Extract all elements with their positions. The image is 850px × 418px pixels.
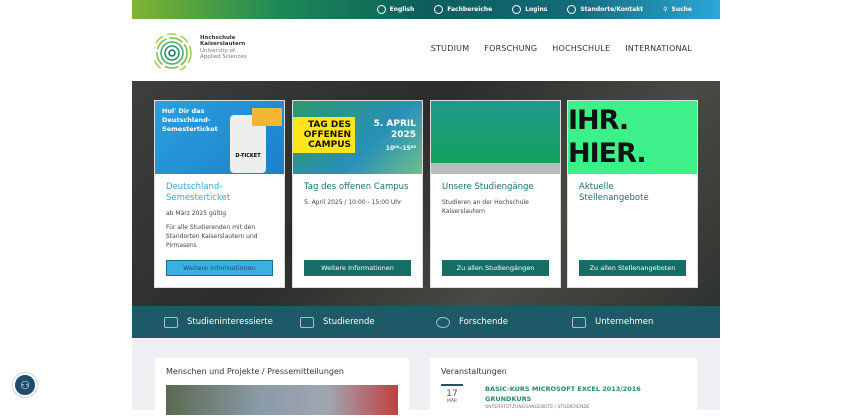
- link-logins[interactable]: Logins: [512, 5, 547, 14]
- events-box: Veranstaltungen 17 MÄR BASIC-KURS MICROS…: [430, 358, 697, 418]
- link-english[interactable]: English: [376, 5, 415, 14]
- nav-forschung[interactable]: FORSCHUNG: [484, 44, 537, 53]
- graduation-cap-icon: [300, 316, 314, 328]
- header: Hochschule Kaiserslautern University of App…: [132, 19, 720, 81]
- logo-text: Hochschule: [200, 34, 236, 41]
- image-text: Hol' Dir das Deutschland-Semesterticket: [162, 107, 218, 133]
- label: Logins: [525, 6, 548, 13]
- label: Unternehmen: [595, 317, 654, 327]
- label: Studierende: [323, 317, 375, 327]
- accessibility-icon: ⚇: [20, 378, 30, 392]
- logo[interactable]: Hochschule Kaiserslautern University of App…: [154, 25, 247, 70]
- card-semesterticket: Hol' Dir das Deutschland-Semesterticket …: [154, 100, 285, 288]
- card-image: Hol' Dir das Deutschland-Semesterticket …: [155, 101, 284, 174]
- event-title[interactable]: BASIC-KURS MICROSOFT EXCEL 2013/2016 GRU…: [485, 384, 645, 404]
- card-subtitle: 5. April 2025 / 10:00 - 15:00 Uhr: [304, 199, 402, 206]
- page: English Fachbereiche Logins Standorte/Ko…: [132, 0, 720, 418]
- nav-international[interactable]: INTERNATIONAL: [625, 44, 692, 53]
- label: Standorte/Kontakt: [580, 6, 644, 13]
- card-title: Unsere Studiengänge: [442, 182, 534, 192]
- events-title: Veranstaltungen: [441, 367, 507, 376]
- card-subtitle: ab März 2025 gültig: [166, 210, 227, 217]
- card-image: IHR. HIER.: [568, 101, 697, 174]
- logo-text: University of: [200, 47, 235, 54]
- accessibility-button[interactable]: ⚇: [13, 373, 37, 397]
- students-photo: [431, 101, 560, 174]
- audience-forschende[interactable]: Forschende: [436, 316, 572, 328]
- logo-text: Kaiserslautern: [200, 41, 246, 47]
- link-fachbereiche[interactable]: Fachbereiche: [434, 5, 492, 14]
- search-icon: ⚲: [663, 6, 668, 13]
- label: Studieninteressierte: [187, 317, 273, 327]
- news-box: Menschen und Projekte / Pressemitteilung…: [155, 358, 409, 418]
- hero: Hol' Dir das Deutschland-Semesterticket …: [132, 81, 720, 306]
- label: Forschende: [459, 317, 509, 327]
- label: Suche: [671, 6, 693, 13]
- more-info-button[interactable]: Weitere Informationen: [304, 260, 411, 276]
- main-nav: STUDIUM FORSCHUNG HOCHSCHULE INTERNATION…: [431, 44, 692, 53]
- event-day: 17: [446, 389, 458, 399]
- more-info-button[interactable]: Weitere Informationen: [166, 260, 273, 276]
- nav-studium[interactable]: STUDIUM: [431, 44, 470, 53]
- card-text: Für alle Studierenden mit den Standorten…: [166, 224, 258, 249]
- event-month: MÄR: [446, 399, 458, 404]
- user-icon: [512, 5, 522, 14]
- globe-icon: [376, 5, 386, 14]
- audience-studieninteressierte[interactable]: Studieninteressierte: [164, 316, 300, 328]
- card-title: Tag des offenen Campus: [304, 182, 409, 192]
- news-image[interactable]: [166, 385, 398, 415]
- logo-text: Applied Sciences: [200, 54, 247, 60]
- card-jobs: IHR. HIER. Aktuelle Stellenangebote Zu a…: [567, 100, 698, 288]
- all-jobs-button[interactable]: Zu allen Stellenangeboten: [579, 260, 686, 276]
- image-time: 10⁰⁰–15⁰⁰: [385, 145, 416, 152]
- audience-nav: Studieninteressierte Studierende Forsche…: [132, 306, 720, 338]
- label: Fachbereiche: [447, 6, 493, 13]
- atom-icon: [436, 316, 450, 328]
- top-bar: English Fachbereiche Logins Standorte/Ko…: [132, 0, 720, 19]
- audience-unternehmen[interactable]: Unternehmen: [572, 316, 708, 328]
- card-studiengaenge: Unsere Studiengänge Studieren an der Hoc…: [430, 100, 561, 288]
- nav-hochschule[interactable]: HOCHSCHULE: [552, 44, 610, 53]
- card-title: Deutschland-Semesterticket: [166, 182, 231, 203]
- card-image: TAG DES OFFENEN CAMPUS 5. APRIL 2025 10⁰…: [293, 101, 422, 174]
- event-date: 17 MÄR: [441, 384, 463, 404]
- image-text: IHR. HIER.: [568, 105, 647, 169]
- card-title: Aktuelle Stellenangebote: [579, 182, 649, 203]
- audience-studierende[interactable]: Studierende: [300, 316, 436, 328]
- search-button[interactable]: ⚲ Suche: [663, 6, 692, 13]
- compass-icon: [434, 5, 444, 14]
- event-category: UNTERSTÜTZUNGSANGEBOTE / STUDIERENDE: [485, 405, 590, 410]
- news-title: Menschen und Projekte / Pressemitteilung…: [166, 367, 344, 376]
- image-text: TAG DES OFFENEN CAMPUS: [293, 117, 355, 153]
- card-subtitle: Studieren an der Hochschule Kaiserslaute…: [442, 199, 529, 215]
- image-date: 5. APRIL 2025: [373, 119, 416, 140]
- location-icon: [567, 5, 577, 14]
- building-icon: [572, 316, 586, 328]
- all-programs-button[interactable]: Zu allen Studiengängen: [442, 260, 549, 276]
- logo-mark-icon: [154, 33, 192, 70]
- book-icon: [164, 316, 178, 328]
- card-open-campus: TAG DES OFFENEN CAMPUS 5. APRIL 2025 10⁰…: [292, 100, 423, 288]
- qr-icon: [252, 108, 282, 126]
- link-standorte[interactable]: Standorte/Kontakt: [567, 5, 643, 14]
- label: English: [389, 6, 415, 13]
